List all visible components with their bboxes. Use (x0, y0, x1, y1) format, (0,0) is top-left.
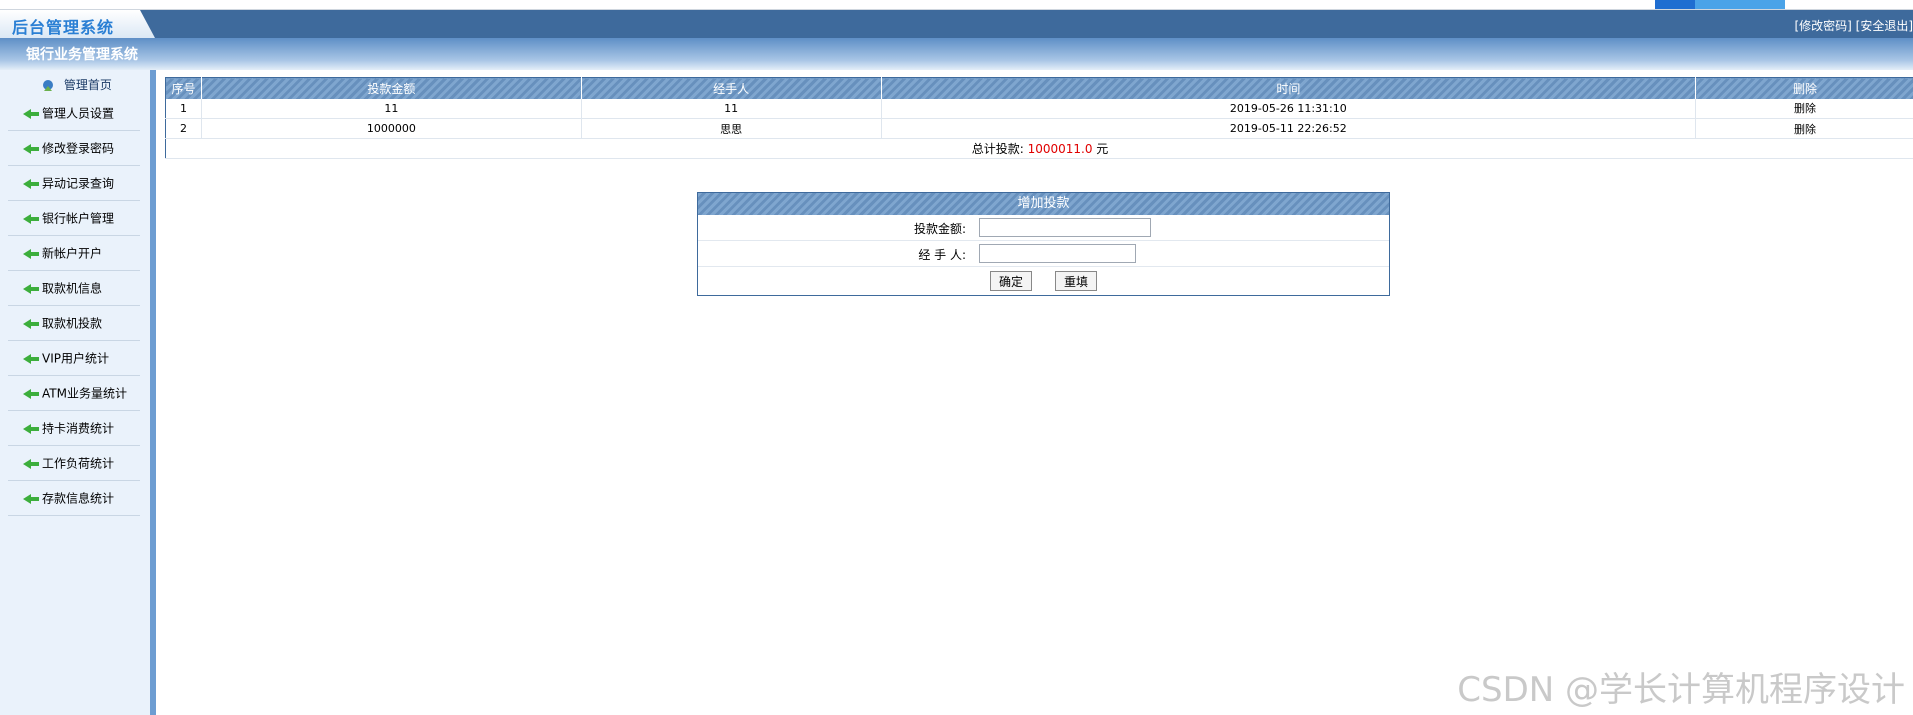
watermark: CSDN @学长计算机程序设计 (1457, 670, 1905, 710)
green-arrow-icon (23, 178, 39, 189)
header-links[interactable]: [修改密码] [安全退出] (1794, 17, 1913, 34)
col-header-no: 序号 (165, 77, 202, 99)
amount-input[interactable] (979, 218, 1151, 237)
sidebar-menu: 管理人员设置 修改登录密码 异动记录查询 银行帐户管理 新帐户开户 取款机信息 … (8, 96, 140, 516)
button-row: 确定 重填 (698, 267, 1389, 295)
sidebar-item-label: 管理人员设置 (42, 106, 115, 121)
sidebar-item-vip-stats[interactable]: VIP用户统计 (8, 341, 140, 376)
sidebar-item-label: 异动记录查询 (42, 176, 115, 191)
sub-header: 银行业务管理系统 (0, 38, 1913, 70)
table-header-row: 序号 投款金额 经手人 时间 删除 (165, 77, 1913, 99)
sidebar-item-change-password[interactable]: 修改登录密码 (8, 131, 140, 166)
green-arrow-icon (23, 283, 39, 294)
handler-row: 经 手 人: (698, 241, 1389, 267)
sidebar-item-label: 取款机投款 (42, 316, 103, 331)
sidebar-item-label: 存款信息统计 (42, 491, 115, 506)
col-header-amount: 投款金额 (201, 77, 582, 99)
system-title: 银行业务管理系统 (26, 47, 138, 63)
col-header-handler: 经手人 (581, 77, 882, 99)
sidebar-item-card-spending-stats[interactable]: 持卡消费统计 (8, 411, 140, 446)
browser-chip-icon (1655, 0, 1695, 9)
green-arrow-icon (23, 493, 39, 504)
green-arrow-icon (23, 213, 39, 224)
col-header-time: 时间 (881, 77, 1697, 99)
sidebar-divider (150, 70, 156, 715)
sidebar-item-new-account[interactable]: 新帐户开户 (8, 236, 140, 271)
logo-tab: 后台管理系统 (0, 10, 155, 38)
sidebar-item-label: ATM业务量统计 (42, 386, 127, 401)
table-row: 1 11 11 2019-05-26 11:31:10 删除 (165, 98, 1913, 119)
cell-no: 2 (165, 118, 202, 139)
cell-amount: 1000000 (201, 118, 582, 139)
app-logo: 后台管理系统 (12, 18, 115, 37)
total-label: 总计投款: (971, 142, 1024, 156)
sidebar-item-account-management[interactable]: 银行帐户管理 (8, 201, 140, 236)
reset-button[interactable]: 重填 (1055, 271, 1098, 291)
sidebar: 管理首页 管理人员设置 修改登录密码 异动记录查询 银行帐户管理 新帐户开户 取… (0, 70, 150, 715)
sidebar-item-workload-stats[interactable]: 工作负荷统计 (8, 446, 140, 481)
sidebar-item-admin-settings[interactable]: 管理人员设置 (8, 96, 140, 131)
green-arrow-icon (23, 248, 39, 259)
home-icon (43, 79, 53, 91)
green-arrow-icon (23, 458, 39, 469)
green-arrow-icon (23, 143, 39, 154)
green-arrow-icon (23, 423, 39, 434)
form-title: 增加投款 (698, 193, 1389, 215)
cell-amount: 11 (201, 98, 582, 119)
handler-label: 经 手 人: (918, 248, 966, 262)
delete-link[interactable]: 删除 (1695, 98, 1913, 119)
sidebar-item-atm-info[interactable]: 取款机信息 (8, 271, 140, 306)
cell-no: 1 (165, 98, 202, 119)
sidebar-item-atm-deposit[interactable]: 取款机投款 (8, 306, 140, 341)
main-content: 序号 投款金额 经手人 时间 删除 1 11 11 2019-05-26 11:… (165, 77, 1913, 159)
app-header: 后台管理系统 [修改密码] [安全退出] (0, 10, 1913, 38)
confirm-button[interactable]: 确定 (990, 271, 1033, 291)
sidebar-home[interactable]: 管理首页 (40, 75, 112, 95)
deposit-table: 序号 投款金额 经手人 时间 删除 1 11 11 2019-05-26 11:… (165, 77, 1913, 159)
green-arrow-icon (23, 318, 39, 329)
sidebar-item-deposit-stats[interactable]: 存款信息统计 (8, 481, 140, 516)
handler-input[interactable] (979, 244, 1136, 263)
sidebar-item-change-records[interactable]: 异动记录查询 (8, 166, 140, 201)
amount-row: 投款金额: (698, 215, 1389, 241)
sidebar-item-label: 修改登录密码 (42, 141, 115, 156)
add-deposit-form: 增加投款 投款金额: 经 手 人: 确定 重填 (697, 192, 1390, 296)
sidebar-item-label: 取款机信息 (42, 281, 103, 296)
cell-time: 2019-05-26 11:31:10 (881, 98, 1697, 119)
sidebar-item-label: 银行帐户管理 (42, 211, 115, 226)
total-row: 总计投款: 1000011.0 元 (165, 138, 1913, 159)
sidebar-item-label: VIP用户统计 (42, 351, 109, 366)
cell-handler: 思思 (581, 118, 882, 139)
green-arrow-icon (23, 108, 39, 119)
total-cell: 总计投款: 1000011.0 元 (165, 138, 1913, 159)
cell-time: 2019-05-11 22:26:52 (881, 118, 1697, 139)
delete-link[interactable]: 删除 (1695, 118, 1913, 139)
green-arrow-icon (23, 353, 39, 364)
browser-top-strip (0, 0, 1913, 10)
sidebar-item-label: 持卡消费统计 (42, 421, 115, 436)
sidebar-item-label: 工作负荷统计 (42, 456, 115, 471)
cell-handler: 11 (581, 98, 882, 119)
table-row: 2 1000000 思思 2019-05-11 22:26:52 删除 (165, 118, 1913, 139)
green-arrow-icon (23, 388, 39, 399)
sidebar-home-label: 管理首页 (63, 78, 112, 92)
total-unit: 元 (1096, 142, 1109, 156)
amount-label: 投款金额: (913, 222, 966, 236)
sidebar-item-label: 新帐户开户 (42, 246, 103, 261)
col-header-delete: 删除 (1695, 77, 1913, 99)
sidebar-item-atm-volume-stats[interactable]: ATM业务量统计 (8, 376, 140, 411)
total-value: 1000011.0 (1027, 142, 1093, 156)
